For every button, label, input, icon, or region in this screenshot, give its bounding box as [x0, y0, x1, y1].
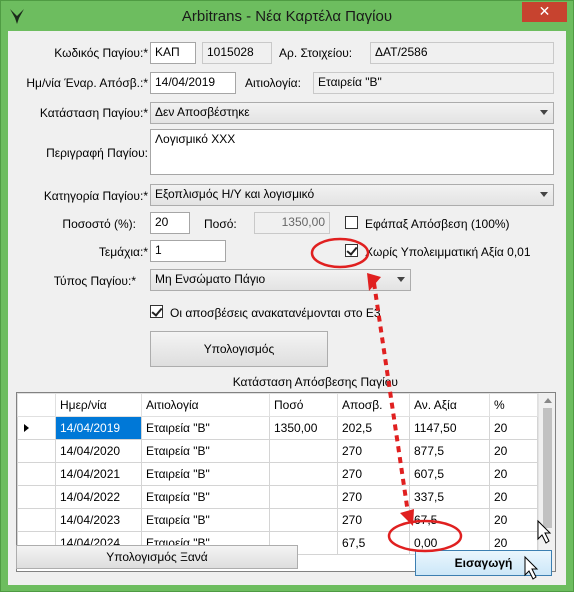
one-time-checkbox[interactable]	[345, 216, 358, 229]
close-button[interactable]: ✕	[522, 2, 567, 22]
cell-reason[interactable]: Εταιρεία "Β"	[141, 416, 270, 440]
start-date-field[interactable]: 14/04/2019	[150, 72, 236, 94]
chevron-down-icon	[540, 192, 548, 197]
cell-percent[interactable]: 20	[489, 462, 538, 486]
window-title: Arbitrans - Νέα Καρτέλα Παγίου	[181, 8, 393, 25]
category-label: Κατηγορία Παγίου:*	[43, 189, 148, 203]
status-select[interactable]: Δεν Αποσβέστηκε	[150, 102, 554, 124]
close-icon: ✕	[538, 3, 551, 19]
row-header[interactable]	[17, 462, 56, 486]
amount-label: Ποσό:	[204, 217, 237, 231]
cell-date[interactable]: 14/04/2023	[55, 508, 142, 532]
scroll-thumb[interactable]	[543, 408, 552, 528]
cell-net-value[interactable]: 1147,50	[409, 416, 490, 440]
cell-depreciation[interactable]: 270	[337, 439, 410, 463]
cell-date[interactable]: 14/04/2022	[55, 485, 142, 509]
description-field[interactable]: Λογισμικό ΧΧΧ	[150, 129, 554, 175]
cell-depreciation[interactable]: 202,5	[337, 416, 410, 440]
amount-field: 1350,00	[254, 212, 330, 234]
cell-amount[interactable]	[269, 485, 338, 509]
no-residual-checkbox[interactable]	[345, 244, 358, 257]
title-bar[interactable]: Arbitrans - Νέα Καρτέλα Παγίου ✕	[1, 1, 573, 31]
category-value: Εξοπλισμός Η/Υ και λογισμικό	[155, 187, 315, 201]
chevron-down-icon	[540, 110, 548, 115]
cell-amount[interactable]	[269, 462, 338, 486]
table-row[interactable]: 14/04/2020 Εταιρεία "Β" 270 877,5 20	[17, 439, 538, 463]
col-header-reason[interactable]: Αιτιολογία	[141, 393, 270, 417]
recalculate-button[interactable]: Υπολογισμός Ξανά	[16, 545, 298, 569]
cell-depreciation[interactable]: 270	[337, 485, 410, 509]
col-header-percent[interactable]: %	[489, 393, 538, 417]
cell-reason[interactable]: Εταιρεία "Β"	[141, 508, 270, 532]
col-header-amount[interactable]: Ποσό	[269, 393, 338, 417]
qty-field[interactable]: 1	[150, 240, 226, 262]
depreciation-table: Ημερ/νία Αιτιολογία Ποσό Αποσβ. Αν. Αξία…	[17, 393, 538, 555]
grid-vertical-scrollbar[interactable]	[538, 393, 555, 571]
cell-percent[interactable]: 20	[489, 485, 538, 509]
cell-amount[interactable]	[269, 508, 338, 532]
code-label: Κωδικός Παγίου:*	[54, 46, 148, 60]
table-row[interactable]: 14/04/2023 Εταιρεία "Β" 270 67,5 20	[17, 508, 538, 532]
calculate-button[interactable]: Υπολογισμός	[150, 331, 328, 367]
cell-depreciation[interactable]: 67,5	[337, 531, 410, 555]
status-value: Δεν Αποσβέστηκε	[155, 105, 250, 119]
table-row[interactable]: 14/04/2022 Εταιρεία "Β" 270 337,5 20	[17, 485, 538, 509]
insert-button[interactable]: Εισαγωγή	[415, 550, 552, 576]
cell-depreciation[interactable]: 270	[337, 462, 410, 486]
row-header[interactable]	[17, 439, 56, 463]
e3-label: Οι αποσβέσεις ανακατανέμονται στο Ε3	[170, 306, 381, 320]
row-header[interactable]	[17, 485, 56, 509]
scroll-up-icon[interactable]	[544, 398, 552, 403]
row-header[interactable]	[17, 508, 56, 532]
cell-percent[interactable]: 20	[489, 416, 538, 440]
item-no-label: Αρ. Στοιχείου:	[279, 46, 353, 60]
reason-label: Αιτιολογία:	[245, 76, 301, 90]
cell-net-value[interactable]: 607,5	[409, 462, 490, 486]
cell-percent[interactable]: 20	[489, 508, 538, 532]
cell-depreciation[interactable]: 270	[337, 508, 410, 532]
row-pointer-icon	[24, 424, 29, 432]
type-value: Μη Ενσώματο Πάγιο	[155, 272, 266, 286]
code-prefix-field[interactable]: ΚΑΠ	[150, 42, 196, 64]
cell-net-value[interactable]: 337,5	[409, 485, 490, 509]
grid-title: Κατάσταση Απόσβεσης Παγίου	[232, 375, 398, 389]
row-header[interactable]	[17, 416, 56, 440]
table-row[interactable]: 14/04/2019 Εταιρεία "Β" 1350,00 202,5 11…	[17, 416, 538, 440]
no-residual-label: Χωρίς Υπολειμματική Αξία 0,01	[365, 245, 531, 259]
category-select[interactable]: Εξοπλισμός Η/Υ και λογισμικό	[150, 184, 554, 206]
row-header-corner	[17, 393, 56, 417]
cell-amount[interactable]	[269, 439, 338, 463]
col-header-date[interactable]: Ημερ/νία	[55, 393, 142, 417]
e3-checkbox[interactable]	[150, 305, 163, 318]
col-header-net-value[interactable]: Αν. Αξία	[409, 393, 490, 417]
description-label: Περιγραφή Παγίου:	[46, 146, 148, 160]
type-select[interactable]: Μη Ενσώματο Πάγιο	[150, 269, 411, 291]
start-date-label: Ημ/νία Έναρ. Απόσβ.:*	[26, 76, 148, 90]
table-row[interactable]: 14/04/2021 Εταιρεία "Β" 270 607,5 20	[17, 462, 538, 486]
cell-percent[interactable]: 20	[489, 439, 538, 463]
one-time-label: Εφάπαξ Απόσβεση (100%)	[365, 217, 510, 231]
code-number-field: 1015028	[202, 42, 272, 64]
cell-date[interactable]: 14/04/2020	[55, 439, 142, 463]
cell-reason[interactable]: Εταιρεία "Β"	[141, 439, 270, 463]
cell-reason[interactable]: Εταιρεία "Β"	[141, 485, 270, 509]
col-header-depreciation[interactable]: Αποσβ.	[337, 393, 410, 417]
type-label: Τύπος Παγίου:*	[53, 274, 136, 288]
percent-field[interactable]: 20	[150, 212, 190, 234]
form-body: Κωδικός Παγίου:* ΚΑΠ 1015028 Αρ. Στοιχεί…	[8, 31, 566, 585]
chevron-down-icon	[397, 277, 405, 282]
qty-label: Τεμάχια:*	[98, 245, 148, 259]
cell-net-value[interactable]: 67,5	[409, 508, 490, 532]
percent-label: Ποσοστό (%):	[62, 217, 136, 231]
cell-date[interactable]: 14/04/2021	[55, 462, 142, 486]
cell-reason[interactable]: Εταιρεία "Β"	[141, 462, 270, 486]
item-no-field: ΔΑΤ/2586	[370, 42, 554, 64]
cell-net-value[interactable]: 877,5	[409, 439, 490, 463]
cell-date[interactable]: 14/04/2019	[55, 416, 142, 440]
cell-amount[interactable]: 1350,00	[269, 416, 338, 440]
app-window: Arbitrans - Νέα Καρτέλα Παγίου ✕ Κωδικός…	[0, 0, 574, 592]
status-label: Κατάσταση Παγίου:*	[39, 106, 148, 120]
reason-field: Εταιρεία "Β"	[313, 72, 554, 94]
